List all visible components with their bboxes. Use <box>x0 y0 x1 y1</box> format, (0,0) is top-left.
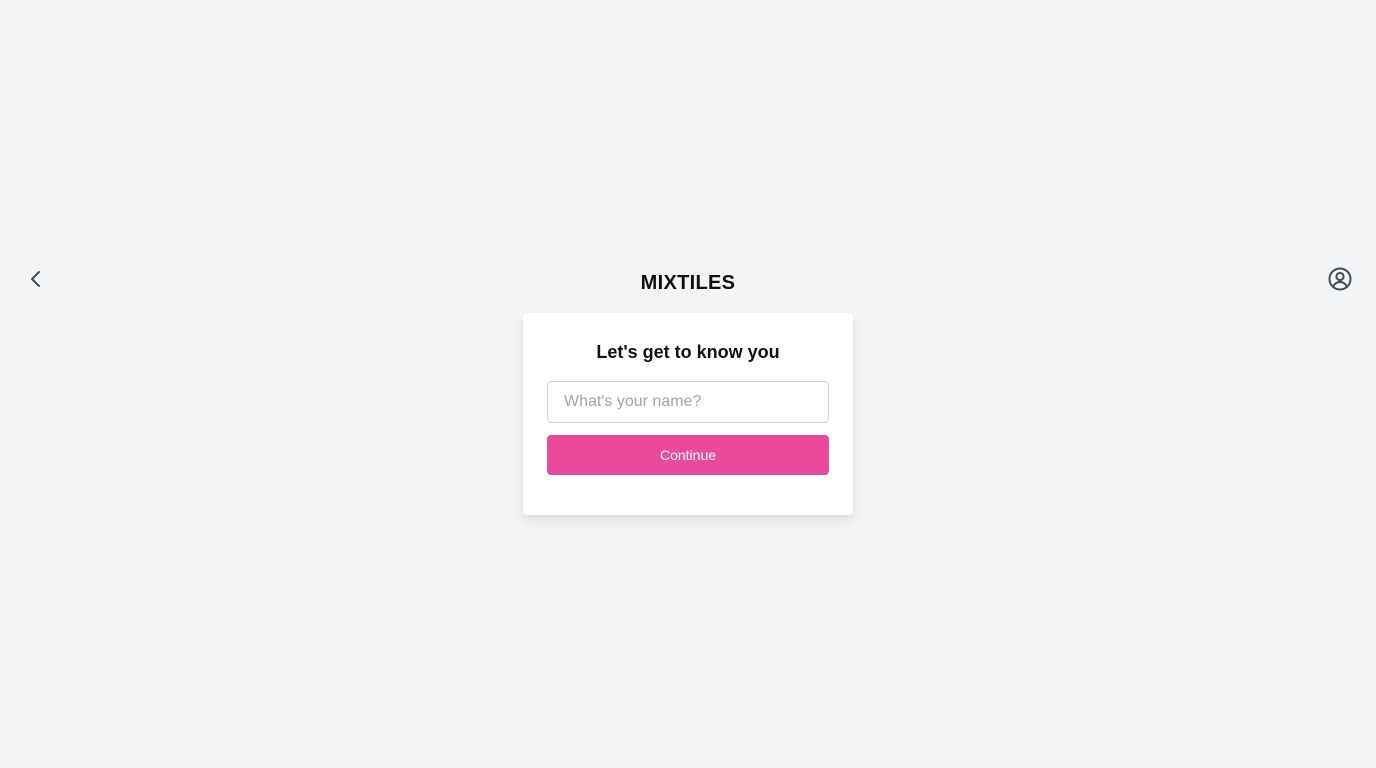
name-input[interactable] <box>547 381 829 423</box>
name-card: Let's get to know you Continue <box>523 313 853 515</box>
card-heading: Let's get to know you <box>596 342 780 362</box>
user-circle-icon <box>1327 266 1353 297</box>
brand-logo: MIXTILES <box>640 272 736 294</box>
account-button[interactable] <box>1327 266 1353 297</box>
continue-button[interactable]: Continue <box>547 435 829 475</box>
